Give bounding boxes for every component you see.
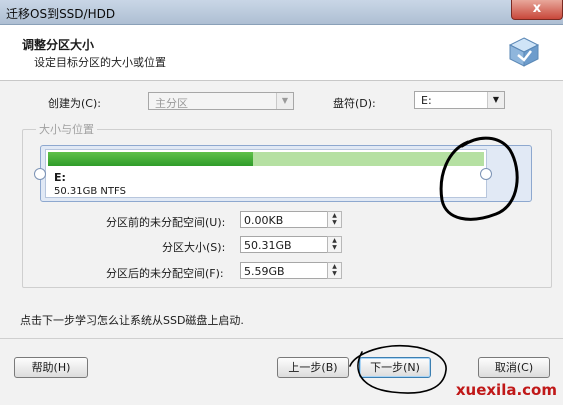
create-as-select: 主分区 ▼ bbox=[148, 92, 294, 110]
unalloc-after-value: 5.59GB bbox=[244, 265, 285, 278]
footer-divider bbox=[0, 338, 563, 339]
partition-map: E: 50.31GB NTFS bbox=[40, 145, 532, 202]
unalloc-after-label: 分区后的未分配空间(F): bbox=[106, 267, 224, 280]
drive-letter-value: E: bbox=[421, 94, 432, 107]
arrow-up-icon[interactable]: ▲ bbox=[328, 212, 341, 219]
resize-handle-left[interactable] bbox=[34, 168, 46, 180]
create-as-value: 主分区 bbox=[155, 97, 188, 110]
partition-name: E: bbox=[54, 171, 66, 184]
page-title: 调整分区大小 bbox=[22, 38, 95, 52]
close-button[interactable]: x bbox=[511, 0, 563, 20]
next-button[interactable]: 下一步(N) bbox=[359, 357, 431, 378]
partition-size-spinner[interactable]: ▲ ▼ bbox=[327, 236, 342, 253]
drive-letter-select[interactable]: E: ▼ bbox=[414, 91, 505, 109]
unalloc-after-spinner[interactable]: ▲ ▼ bbox=[327, 262, 342, 279]
chevron-down-icon[interactable]: ▼ bbox=[487, 92, 504, 108]
back-button[interactable]: 上一步(B) bbox=[277, 357, 349, 378]
unalloc-before-spinner[interactable]: ▲ ▼ bbox=[327, 211, 342, 228]
partition-block[interactable]: E: 50.31GB NTFS bbox=[45, 149, 487, 198]
title-bar: 迁移OS到SSD/HDD x bbox=[0, 0, 563, 25]
unalloc-before-input[interactable]: 0.00KB bbox=[240, 211, 336, 228]
partition-info: 50.31GB NTFS bbox=[54, 186, 126, 197]
arrow-up-icon[interactable]: ▲ bbox=[328, 237, 341, 244]
usage-bar-fill bbox=[48, 152, 253, 166]
size-position-legend: 大小与位置 bbox=[36, 121, 97, 137]
unalloc-before-value: 0.00KB bbox=[244, 214, 284, 227]
wizard-header: 调整分区大小 设定目标分区的大小或位置 bbox=[0, 25, 563, 81]
arrow-down-icon[interactable]: ▼ bbox=[328, 270, 341, 277]
arrow-up-icon[interactable]: ▲ bbox=[328, 263, 341, 270]
cancel-button[interactable]: 取消(C) bbox=[478, 357, 550, 378]
create-as-label: 创建为(C): bbox=[48, 97, 101, 110]
wizard-disk-icon bbox=[508, 37, 540, 67]
arrow-down-icon[interactable]: ▼ bbox=[328, 244, 341, 251]
partition-size-value: 50.31GB bbox=[244, 239, 292, 252]
resize-handle-right[interactable] bbox=[480, 168, 492, 180]
chevron-down-icon: ▼ bbox=[276, 93, 293, 109]
arrow-down-icon[interactable]: ▼ bbox=[328, 219, 341, 226]
window-title: 迁移OS到SSD/HDD bbox=[6, 7, 116, 21]
unalloc-before-label: 分区前的未分配空间(U): bbox=[106, 216, 226, 229]
watermark: xuexila.com bbox=[455, 381, 557, 399]
partition-size-label: 分区大小(S): bbox=[162, 241, 226, 254]
drive-letter-label: 盘符(D): bbox=[333, 97, 376, 110]
hint-text: 点击下一步学习怎么让系统从SSD磁盘上启动. bbox=[20, 314, 244, 327]
unalloc-after-input[interactable]: 5.59GB bbox=[240, 262, 336, 279]
page-subtitle: 设定目标分区的大小或位置 bbox=[34, 56, 166, 69]
partition-size-input[interactable]: 50.31GB bbox=[240, 236, 336, 253]
help-button[interactable]: 帮助(H) bbox=[14, 357, 88, 378]
usage-bar bbox=[48, 152, 484, 166]
